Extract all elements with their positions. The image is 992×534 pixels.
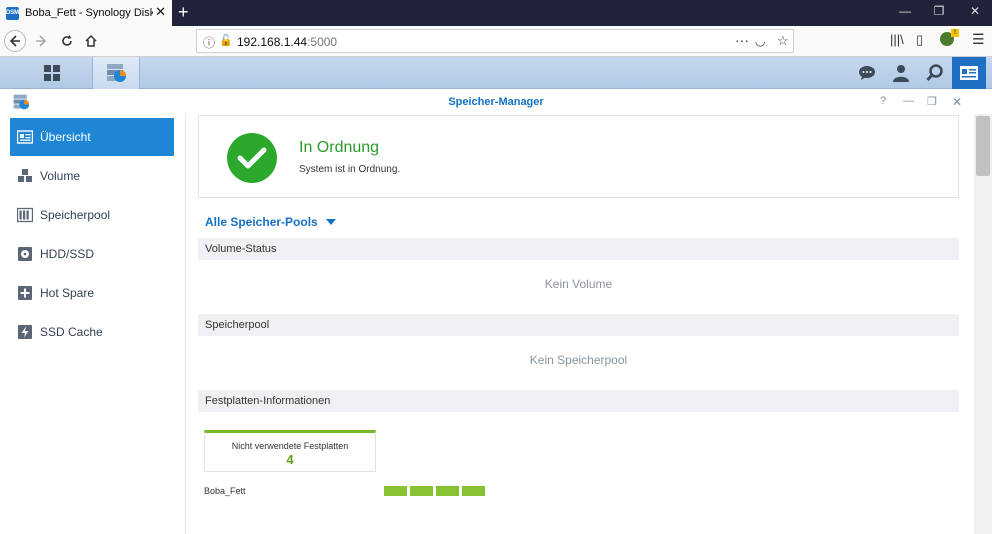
notifications-icon[interactable] (850, 57, 884, 89)
help-icon[interactable]: ? (880, 95, 886, 107)
disk-slot[interactable] (436, 486, 459, 496)
tab-title: Boba_Fett - Synology DiskStation (25, 7, 153, 19)
browser-tab-strip: DSM Boba_Fett - Synology DiskStation ✕ +… (0, 0, 992, 26)
sidebar-item-label: Übersicht (40, 130, 91, 144)
sidebar-item-storage-pool[interactable]: Speicherpool (10, 196, 174, 234)
unused-disks-card[interactable]: Nicht verwendete Festplatten 4 (204, 430, 376, 472)
insecure-lock-icon[interactable]: 🔓 (219, 34, 233, 47)
restore-window-icon[interactable]: ❐ (929, 4, 949, 18)
pools-dropdown-label: Alle Speicher-Pools (205, 215, 318, 229)
extension-badge: ! (951, 29, 959, 37)
browser-nav-bar: ⓘ 🔓 192.168.1.44:5000 ··· ◡ ☆ |||\ ▯ ! ☰ (0, 26, 992, 57)
pocket-icon[interactable]: ◡ (755, 34, 765, 48)
close-icon[interactable]: ✕ (952, 95, 962, 109)
disk-slot[interactable] (410, 486, 433, 496)
dsm-taskbar (0, 57, 992, 89)
empty-volume-text: Kein Volume (544, 277, 613, 291)
minimize-window-icon[interactable]: — (895, 4, 915, 18)
disk-slot[interactable] (462, 486, 485, 496)
sidebar-item-label: Volume (40, 169, 81, 183)
sidebar-item-hdd-ssd[interactable]: HDD/SSD (10, 235, 174, 273)
ssd-cache-icon (18, 325, 32, 339)
sidebar-toggle-icon[interactable]: ▯ (916, 32, 923, 48)
sidebar-item-label: Speicherpool (40, 208, 111, 222)
close-window-icon[interactable]: ✕ (965, 4, 985, 18)
main-menu-button[interactable] (28, 57, 76, 89)
hdd-icon (18, 247, 32, 261)
main-menu-icon (44, 65, 60, 81)
section-storage-pool: Speicherpool (198, 314, 959, 336)
sidebar-item-label: Hot Spare (40, 286, 95, 300)
dsm-favicon-icon: DSM (6, 6, 19, 20)
bookmark-star-icon[interactable]: ☆ (777, 33, 789, 49)
sidebar-item-overview[interactable]: Übersicht (10, 118, 174, 156)
home-icon[interactable] (80, 30, 102, 52)
host-name: Boba_Fett (204, 486, 246, 496)
restore-icon[interactable]: ❐ (927, 95, 937, 108)
window-title: Speicher-Manager (448, 96, 544, 108)
window-titlebar[interactable]: Speicher-Manager ? — ❐ ✕ (0, 90, 992, 114)
library-icon[interactable]: |||\ (890, 32, 904, 47)
search-icon[interactable] (918, 57, 952, 89)
new-tab-icon[interactable]: + (178, 3, 189, 21)
sidebar-item-label: SSD Cache (40, 325, 103, 339)
disk-slot[interactable] (384, 486, 407, 496)
caret-down-icon (325, 219, 336, 225)
storage-pool-icon (17, 207, 33, 223)
status-ok-icon (227, 133, 277, 183)
url-bar[interactable]: ⓘ 🔓 192.168.1.44:5000 ··· ◡ ☆ (196, 29, 794, 53)
main-content: In Ordnung System ist in Ordnung. Alle S… (198, 114, 960, 534)
storage-manager-window: Speicher-Manager ? — ❐ ✕ Übersicht Volum… (0, 90, 992, 534)
section-disk-info: Festplatten-Informationen (198, 390, 959, 412)
status-title: In Ordnung (299, 139, 380, 156)
scrollbar[interactable] (974, 114, 992, 534)
volume-cubes-icon (18, 169, 32, 182)
sidebar: Übersicht Volume Speicherpool HDD/SSD Ho… (0, 114, 186, 534)
pools-dropdown[interactable]: Alle Speicher-Pools (205, 215, 336, 229)
minimize-icon[interactable]: — (903, 95, 914, 107)
overview-icon (17, 130, 33, 144)
browser-tab[interactable]: DSM Boba_Fett - Synology DiskStation ✕ (0, 0, 172, 26)
close-tab-icon[interactable]: ✕ (155, 5, 166, 19)
back-icon[interactable] (4, 30, 26, 52)
sidebar-item-label: HDD/SSD (40, 247, 95, 261)
storage-manager-app-icon (107, 64, 126, 82)
status-subtitle: System ist in Ordnung. (299, 164, 401, 175)
sidebar-item-volume[interactable]: Volume (10, 157, 174, 195)
scrollbar-thumb[interactable] (976, 116, 990, 176)
page-actions-icon[interactable]: ··· (735, 32, 749, 48)
section-volume-status: Volume-Status (198, 238, 959, 260)
empty-storage-pool-text: Kein Speicherpool (529, 353, 628, 367)
storage-manager-taskbar-button[interactable] (92, 57, 140, 89)
forward-icon[interactable] (30, 30, 52, 52)
user-icon[interactable] (884, 57, 918, 89)
sidebar-item-ssd-cache[interactable]: SSD Cache (10, 313, 174, 351)
status-card: In Ordnung System ist in Ordnung. (198, 115, 959, 198)
hot-spare-icon (18, 286, 32, 300)
hamburger-menu-icon[interactable]: ☰ (972, 31, 985, 48)
url-text[interactable]: 192.168.1.44:5000 (237, 35, 337, 49)
unused-disks-count: 4 (286, 452, 294, 467)
reload-icon[interactable] (56, 30, 78, 52)
widgets-icon[interactable] (952, 57, 986, 89)
sidebar-item-hot-spare[interactable]: Hot Spare (10, 274, 174, 312)
info-icon[interactable]: ⓘ (203, 34, 215, 51)
unused-disks-label: Nicht verwendete Festplatten (231, 441, 349, 451)
